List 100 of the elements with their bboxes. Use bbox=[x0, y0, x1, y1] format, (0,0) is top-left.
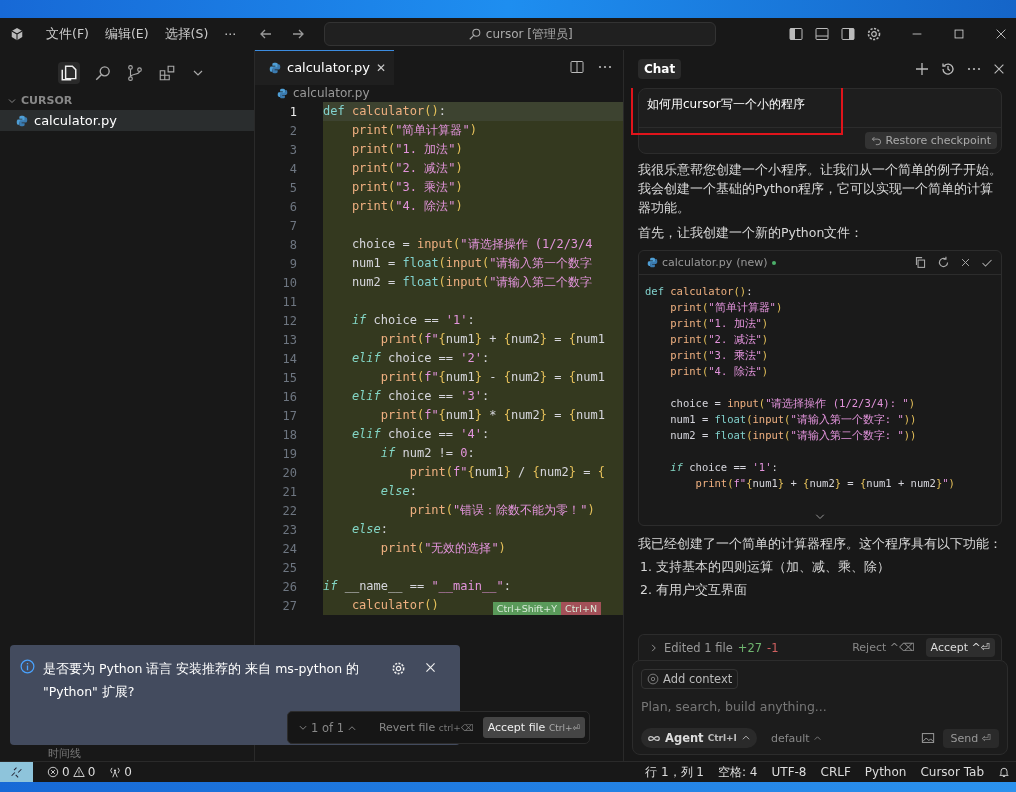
section-header[interactable]: 时间线 bbox=[0, 747, 254, 761]
search-icon[interactable] bbox=[94, 64, 112, 82]
line-number: 5 bbox=[288, 180, 298, 195]
list-item: 1. 支持基本的四则运算（加、减、乘、除） bbox=[639, 559, 891, 576]
menu-item[interactable]: 文件(F) bbox=[40, 25, 95, 43]
section-header[interactable]: CURSOR bbox=[0, 86, 254, 110]
caret-up-icon bbox=[812, 733, 822, 743]
code-line: num1 = float(input("请输入第一个数字: ")) bbox=[669, 412, 918, 427]
assistant-paragraph: 首先，让我创建一个新的Python文件： bbox=[638, 224, 865, 242]
send-button[interactable]: Send ⏎ bbox=[942, 728, 999, 748]
code-line: print("2. 减法") bbox=[669, 332, 770, 347]
secondary-sidebar-icon[interactable] bbox=[840, 26, 856, 42]
status-item[interactable]: 空格: 4 bbox=[718, 763, 758, 781]
line-number: 26 bbox=[281, 579, 298, 594]
info-icon bbox=[20, 659, 35, 674]
code-line: choice = input("请选择操作 (1/2/3/4): ") bbox=[669, 396, 916, 411]
line-number: 8 bbox=[288, 237, 298, 252]
accept-button[interactable]: Accept ^⏎ bbox=[925, 638, 995, 657]
history-icon[interactable] bbox=[940, 61, 956, 77]
close-icon[interactable] bbox=[960, 257, 971, 268]
line-number: 25 bbox=[281, 560, 298, 575]
line-number: 6 bbox=[288, 199, 298, 214]
line-number: 12 bbox=[281, 313, 298, 328]
extensions-icon[interactable] bbox=[158, 64, 176, 82]
menu-item[interactable]: 编辑(E) bbox=[98, 25, 155, 43]
error-icon bbox=[47, 766, 59, 778]
file-item[interactable]: calculator.py bbox=[0, 110, 254, 131]
status-item[interactable]: CRLF bbox=[820, 765, 851, 779]
line-number: 19 bbox=[281, 446, 298, 461]
status-dot bbox=[771, 260, 776, 265]
restore-checkpoint-button[interactable]: Restore checkpoint bbox=[864, 132, 997, 149]
accept-file-button[interactable]: Accept file Ctrl+⏎ bbox=[482, 717, 585, 738]
status-item[interactable]: Cursor Tab bbox=[920, 765, 984, 779]
infinity-icon bbox=[647, 733, 661, 743]
add-context-button[interactable]: Add context bbox=[641, 669, 739, 689]
chevron-right-icon[interactable] bbox=[649, 642, 659, 653]
shortcut-hint[interactable]: Ctrl+N bbox=[561, 602, 601, 615]
ports-status[interactable]: 0 bbox=[109, 765, 132, 779]
line-number: 10 bbox=[281, 275, 298, 290]
close-icon[interactable] bbox=[992, 62, 1006, 76]
menu-item[interactable]: ··· bbox=[218, 26, 243, 42]
line-number: 2 bbox=[288, 123, 298, 138]
added-count: +27 bbox=[737, 640, 763, 655]
search-icon bbox=[467, 27, 482, 41]
assistant-paragraph: 我已经创建了一个简单的计算器程序。这个程序具有以下功能： bbox=[638, 535, 1002, 553]
copy-icon[interactable] bbox=[914, 256, 927, 269]
remote-button[interactable] bbox=[0, 762, 33, 782]
split-editor-icon[interactable] bbox=[569, 59, 585, 75]
image-icon[interactable] bbox=[920, 731, 935, 745]
code-line: print(f"{num1} + {num2} = {num1 + num2}") bbox=[694, 476, 956, 491]
change-counter: 1 of 1 bbox=[311, 720, 345, 735]
chat-tab[interactable]: Chat bbox=[638, 59, 682, 79]
code-line: if choice == '1': bbox=[669, 460, 779, 475]
code-line: print("4. 除法") bbox=[669, 364, 770, 379]
chat-input-field[interactable]: Plan, search, build anything... bbox=[641, 695, 999, 718]
search-field[interactable]: cursor [管理员] bbox=[324, 22, 717, 46]
code-line: print("3. 乘法") bbox=[669, 348, 770, 363]
file-name[interactable]: calculator.py bbox=[662, 256, 733, 269]
sidebar-toggle-icon[interactable] bbox=[788, 26, 804, 42]
branch-icon[interactable] bbox=[126, 64, 144, 82]
removed-count: -1 bbox=[767, 640, 779, 655]
close-icon[interactable] bbox=[994, 27, 1008, 41]
assistant-paragraph: 我很乐意帮您创建一个小程序。让我们从一个简单的例子开始。我会创建一个基础的Python程序，它可以实现一个简单的计算器功能。 bbox=[638, 161, 1002, 217]
status-item[interactable]: UTF-8 bbox=[771, 765, 807, 779]
cube-logo-icon bbox=[10, 27, 24, 41]
refresh-icon[interactable] bbox=[937, 256, 950, 269]
python-file-icon bbox=[277, 87, 288, 99]
line-number: 24 bbox=[281, 541, 298, 556]
line-number: 15 bbox=[281, 370, 298, 385]
maximize-icon[interactable] bbox=[952, 27, 966, 41]
files-icon[interactable] bbox=[58, 62, 80, 84]
reject-button[interactable]: Reject ^⌫ bbox=[846, 640, 921, 655]
remote-icon bbox=[10, 765, 23, 779]
line-number: 9 bbox=[288, 256, 298, 271]
python-file-icon bbox=[269, 61, 281, 74]
breadcrumb-item[interactable]: calculator.py bbox=[293, 86, 370, 100]
close-tab-button[interactable]: ✕ bbox=[376, 60, 387, 75]
bell-icon[interactable] bbox=[998, 766, 1010, 778]
panel-toggle-icon[interactable] bbox=[814, 26, 830, 42]
line-number: 1 bbox=[288, 104, 298, 119]
edits-summary[interactable]: Edited 1 file bbox=[664, 640, 733, 655]
line-number: 27 bbox=[281, 598, 298, 613]
code-line: print("简单计算器") bbox=[669, 300, 784, 315]
new-file-label: (new) bbox=[736, 256, 768, 269]
line-number: 4 bbox=[288, 161, 298, 176]
model-selector[interactable]: default bbox=[764, 730, 828, 746]
settings-icon[interactable] bbox=[866, 26, 882, 42]
plus-icon[interactable] bbox=[914, 61, 930, 77]
line-number: 18 bbox=[281, 427, 298, 442]
python-file-icon bbox=[647, 257, 658, 268]
status-item[interactable]: 行 1，列 1 bbox=[645, 763, 704, 781]
line-number: 23 bbox=[281, 522, 298, 537]
line-number: 13 bbox=[281, 332, 298, 347]
editor-tab[interactable]: calculator.py ✕ bbox=[255, 49, 395, 85]
revert-file-button[interactable]: Revert file ctrl+⌫ bbox=[372, 720, 480, 735]
agent-mode-button[interactable]: Agent Ctrl+I bbox=[641, 728, 757, 748]
problems-status[interactable]: 0 0 bbox=[47, 765, 96, 779]
status-item[interactable]: Python bbox=[864, 765, 907, 779]
menu-item[interactable]: 选择(S) bbox=[158, 25, 215, 43]
line-number: 7 bbox=[288, 218, 298, 233]
